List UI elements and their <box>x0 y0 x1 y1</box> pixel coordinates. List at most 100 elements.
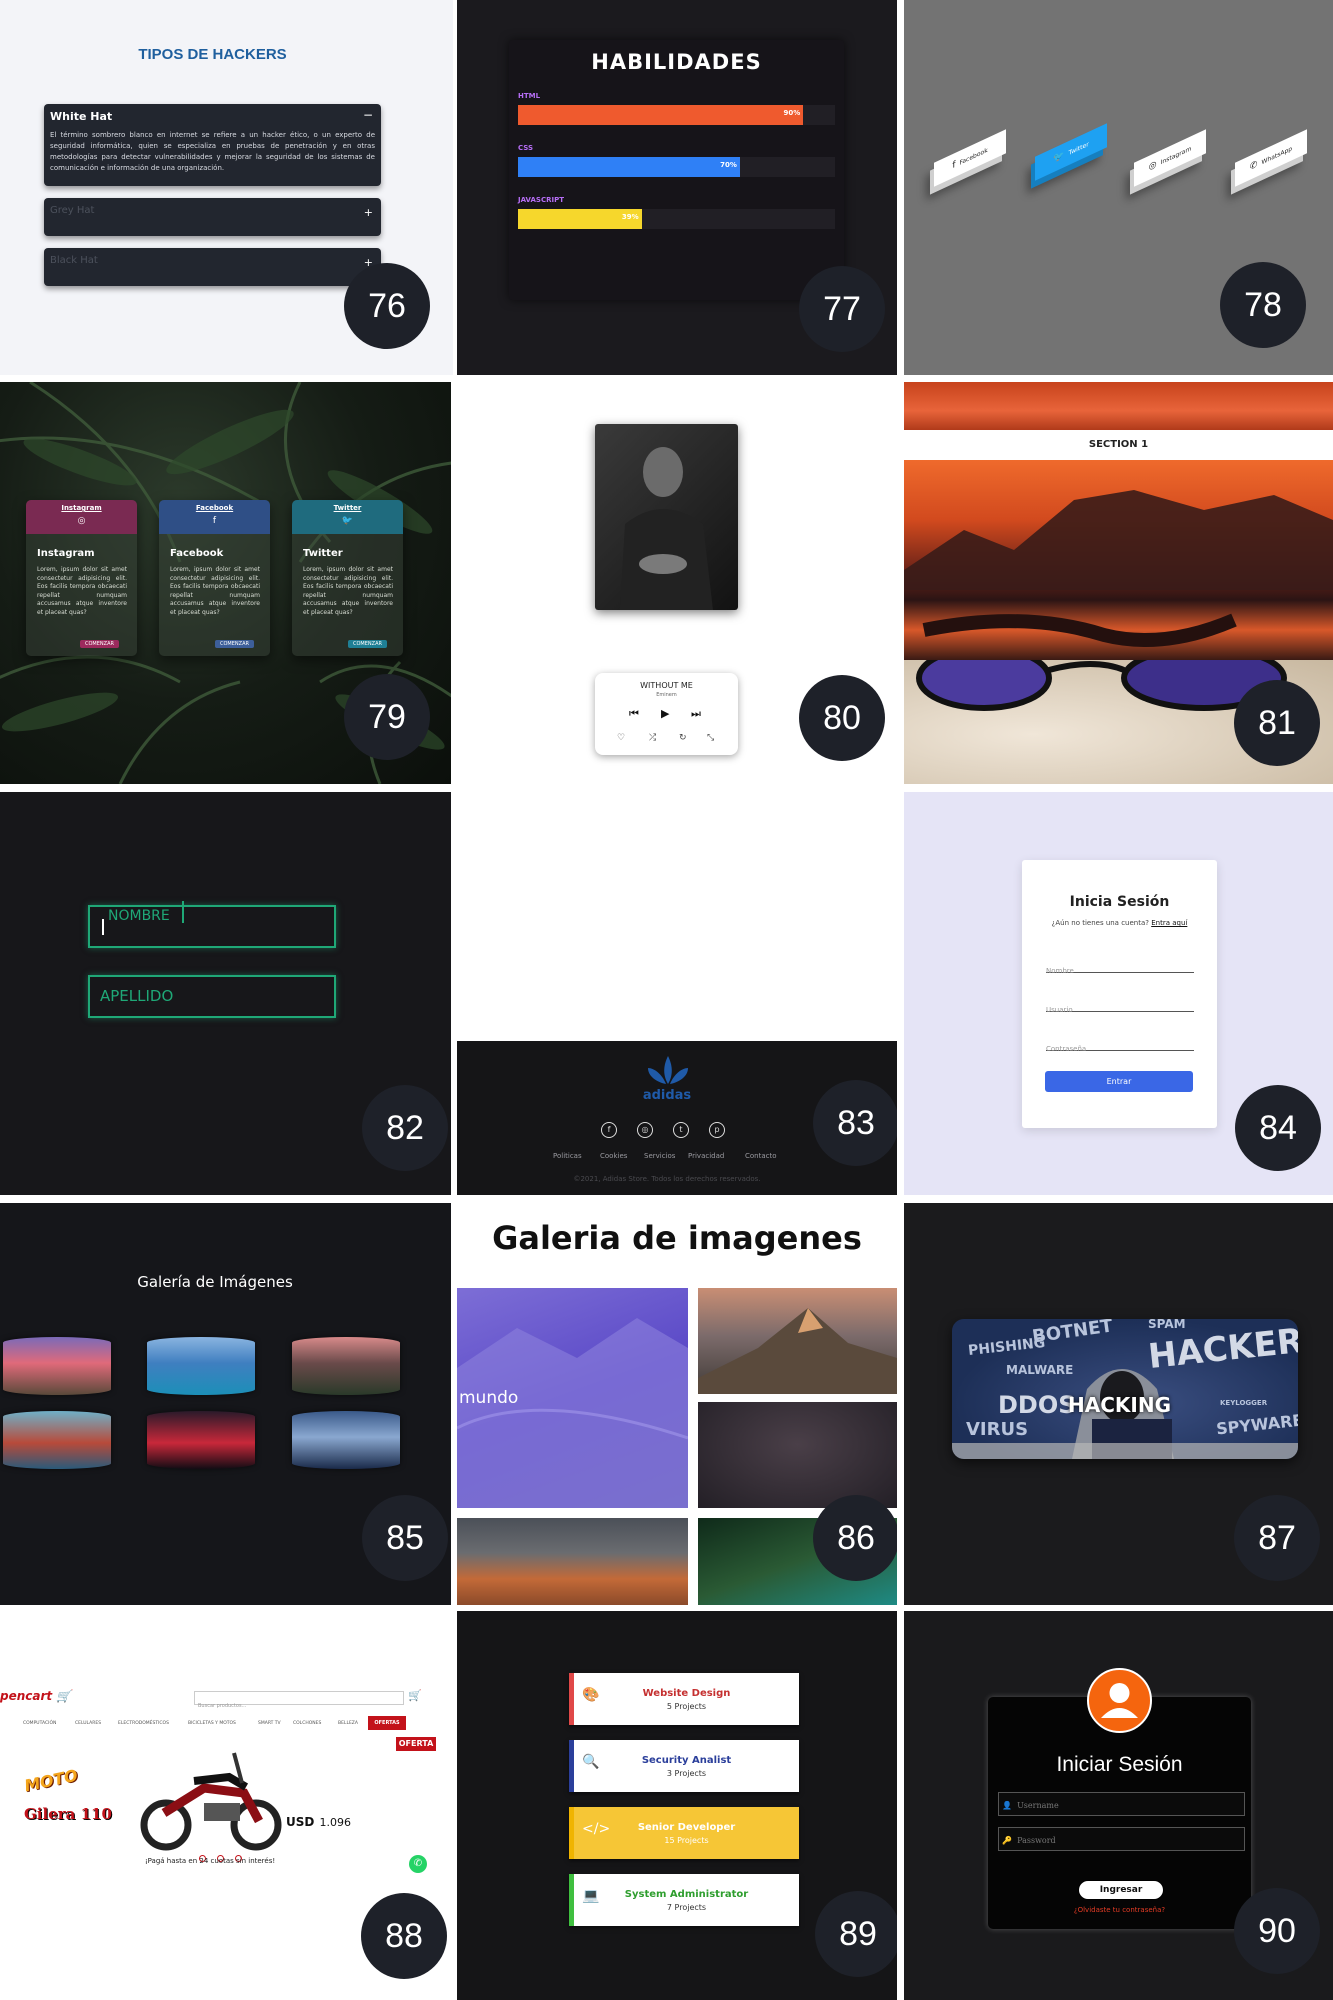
instagram-icon[interactable]: ◎ <box>637 1122 653 1138</box>
start-button[interactable]: COMENZAR <box>348 640 387 648</box>
ofertas-tab[interactable]: OFERTAS <box>368 1716 406 1730</box>
name-field[interactable]: Nombre <box>1046 958 1194 975</box>
tile-78: f Facebook 🐦 Twitter ◎ Instagram ✆ WhatsApp 78 <box>904 0 1333 375</box>
service-item[interactable]: 🎨 Website Design 5 Projects <box>569 1673 799 1725</box>
social-button-whatsapp[interactable]: ✆ WhatsApp <box>1235 129 1307 187</box>
footer-link-politicas[interactable]: Politicas <box>553 1152 582 1160</box>
play-icon[interactable]: ▶ <box>661 707 669 720</box>
shuffle-icon[interactable]: ⤮ <box>649 733 656 743</box>
submit-button[interactable]: Entrar <box>1045 1071 1193 1092</box>
skill-track: 70% <box>518 157 835 177</box>
search-input[interactable]: Buscar productos... <box>194 1691 404 1709</box>
gallery-thumbnail[interactable] <box>147 1337 255 1395</box>
skill-fill: 70% <box>518 157 740 177</box>
pinterest-icon[interactable]: p <box>709 1122 725 1138</box>
expand-icon[interactable]: ⤡ <box>707 733 714 743</box>
password-field[interactable]: Contraseña <box>1046 1036 1194 1053</box>
accordion-item-black-hat[interactable]: Black Hat + <box>44 248 381 286</box>
social-button-instagram[interactable]: ◎ Instagram <box>1134 129 1206 187</box>
collapse-icon[interactable]: − <box>363 108 373 122</box>
menu-item[interactable]: ELECTRODOMÉSTICOS <box>118 1721 169 1726</box>
twitter-icon[interactable]: t <box>673 1122 689 1138</box>
card-tab-icon: ◎ <box>77 516 86 526</box>
cart-logo-icon: 🛒 <box>52 1689 72 1703</box>
service-item[interactable]: 🔍 Security Analist 3 Projects <box>569 1740 799 1792</box>
footer-link-cookies[interactable]: Cookies <box>600 1152 627 1160</box>
skill-name: CSS <box>518 144 534 152</box>
menu-item[interactable]: CELULARES <box>75 1721 101 1726</box>
menu-item[interactable]: BICICLETAS Y MOTOS <box>188 1721 236 1726</box>
register-link[interactable]: Entra aquí <box>1151 919 1187 927</box>
twitter-icon: 🐦 <box>1053 150 1065 166</box>
tile-76: TIPOS DE HACKERS White Hat − El término … <box>0 0 453 375</box>
next-icon[interactable]: ⏭ <box>691 707 701 721</box>
username-field[interactable]: Usuario <box>1046 997 1194 1014</box>
word-hacking: HACKING <box>1068 1393 1171 1417</box>
social-label: WhatsApp <box>1261 144 1293 166</box>
accordion-item-title: White Hat <box>50 110 113 123</box>
footer-link-servicios[interactable]: Servicios <box>644 1152 675 1160</box>
footer-link-contacto[interactable]: Contacto <box>745 1152 777 1160</box>
username-input[interactable]: 👤 Username <box>998 1792 1245 1816</box>
card-title: Twitter <box>303 548 343 559</box>
gallery-thumbnail[interactable] <box>292 1411 400 1469</box>
login-button[interactable]: Ingresar <box>1078 1880 1164 1900</box>
number-badge: 89 <box>815 1891 897 1977</box>
accordion-item-grey-hat[interactable]: Grey Hat + <box>44 198 381 236</box>
card-header: Twitter 🐦 <box>292 500 403 534</box>
gallery-thumbnail[interactable] <box>3 1337 111 1395</box>
tile-80: WITHOUT ME Eminem ⏮ ▶ ⏭ ♡ ⤮ ↻ ⤡ 80 <box>457 375 897 784</box>
skill-name: HTML <box>518 92 541 100</box>
lastname-input[interactable]: APELLIDO <box>88 975 336 1018</box>
cart-icon[interactable]: 🛒 <box>408 1689 422 1702</box>
gallery-image-mountain-peak[interactable] <box>698 1288 897 1394</box>
gallery-thumbnail[interactable] <box>147 1411 255 1469</box>
service-title: Security Analist <box>641 1755 732 1766</box>
service-projects: 7 Projects <box>666 1903 707 1912</box>
prev-icon[interactable]: ⏮ <box>629 707 639 721</box>
gallery-image-desert[interactable] <box>457 1518 688 1605</box>
facebook-icon[interactable]: f <box>601 1122 617 1138</box>
accordion-item-white-hat[interactable]: White Hat − El término sombrero blanco e… <box>44 104 381 186</box>
name-input[interactable]: NOMBRE <box>88 901 336 948</box>
brand-name: adidas <box>642 1088 692 1103</box>
sunset-strip <box>904 382 1333 430</box>
service-item[interactable]: </> Senior Developer 15 Projects <box>569 1807 799 1859</box>
number-badge: 83 <box>813 1080 897 1166</box>
forgot-password-link[interactable]: ¿Olvidaste tu contraseña? <box>988 1906 1251 1914</box>
skill-track: 90% <box>518 105 835 125</box>
number-badge: 81 <box>1234 680 1320 766</box>
skills-panel: HABILIDADES HTML 90% CSS 70% JAVASCRIPT 39% <box>509 40 844 300</box>
menu-item[interactable]: COLCHONES <box>293 1721 321 1726</box>
social-label: Instagram <box>1160 144 1192 166</box>
social-label: Twitter <box>1068 140 1089 157</box>
service-item[interactable]: 💻 System Administrator 7 Projects <box>569 1874 799 1926</box>
number-badge: 84 <box>1235 1085 1321 1171</box>
start-button[interactable]: COMENZAR <box>215 640 254 648</box>
expand-icon[interactable]: + <box>364 206 373 219</box>
tile-84: Inicia Sesión ¿Aún no tienes una cuenta?… <box>904 792 1333 1195</box>
gallery-thumbnail[interactable] <box>3 1411 111 1469</box>
start-button[interactable]: COMENZAR <box>80 640 119 648</box>
number-badge: 90 <box>1234 1888 1320 1974</box>
whatsapp-icon[interactable]: ✆ <box>409 1855 427 1873</box>
social-button-twitter[interactable]: 🐦 Twitter <box>1035 123 1107 181</box>
tile-86: Galeria de imagenes mundo 86 <box>457 1203 897 1605</box>
login-card: Inicia Sesión ¿Aún no tienes una cuenta?… <box>1022 860 1217 1128</box>
motorcycle-image <box>140 1752 282 1851</box>
price-currency: USD <box>286 1815 315 1829</box>
card-tab-label: Twitter <box>333 504 362 512</box>
gallery-image-stars[interactable] <box>698 1402 897 1508</box>
menu-item[interactable]: SMART TV <box>258 1721 281 1726</box>
social-button-facebook[interactable]: f Facebook <box>934 129 1006 187</box>
menu-item[interactable]: COMPUTACIÓN <box>23 1721 56 1726</box>
instagram-icon: ◎ <box>1148 159 1157 173</box>
password-input[interactable]: 🔑 Password <box>998 1827 1245 1851</box>
footer-link-privacidad[interactable]: Privacidad <box>688 1152 724 1160</box>
gallery-image-mountain-purple[interactable]: mundo <box>457 1288 688 1508</box>
number-badge: 77 <box>799 266 885 352</box>
repeat-icon[interactable]: ↻ <box>679 733 687 743</box>
heart-icon[interactable]: ♡ <box>617 733 625 743</box>
gallery-thumbnail[interactable] <box>292 1337 400 1395</box>
menu-item[interactable]: BELLEZA <box>338 1721 358 1726</box>
